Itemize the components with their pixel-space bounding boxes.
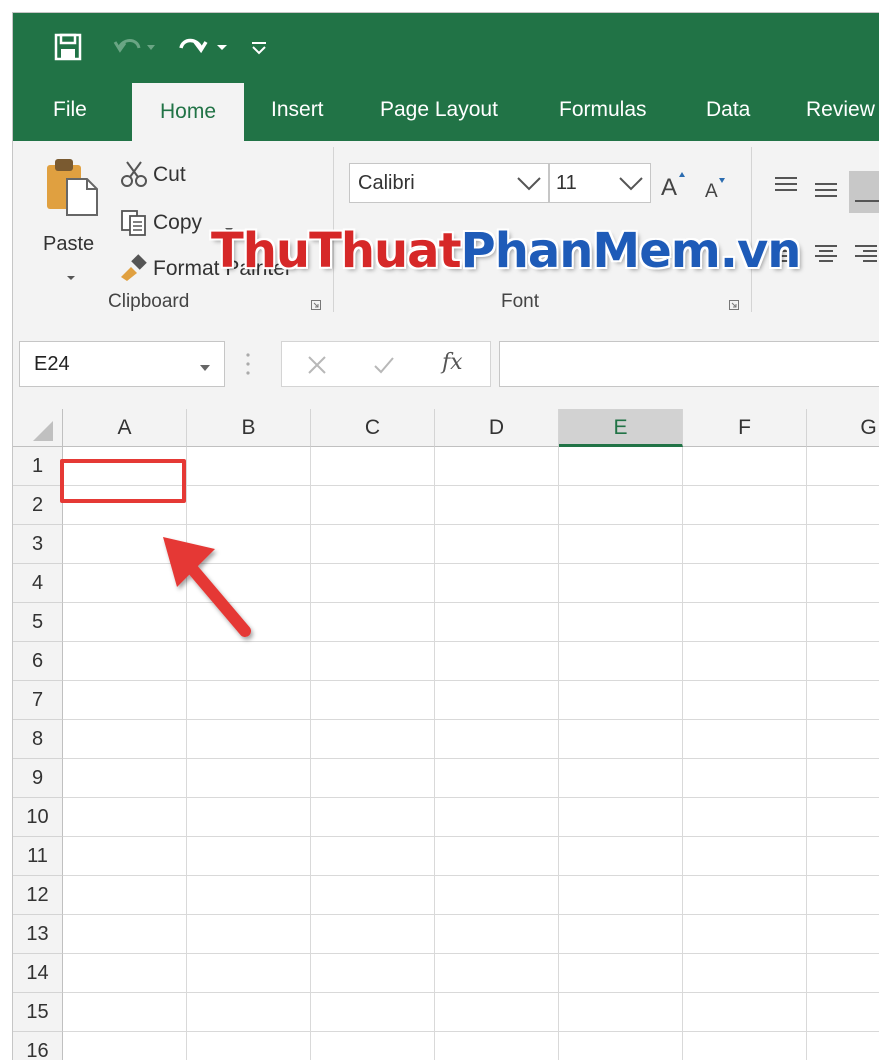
formula-bar-area: E24 fx — [13, 321, 879, 409]
font-size-combobox[interactable]: 11 — [549, 163, 651, 203]
svg-text:A: A — [661, 174, 677, 199]
copy-button[interactable]: Copy — [153, 211, 202, 235]
font-launcher-icon[interactable] — [729, 297, 739, 310]
formula-input[interactable] — [499, 341, 879, 387]
increase-font-size-icon[interactable]: A — [659, 169, 689, 204]
copy-icon — [119, 207, 149, 242]
align-right-icon[interactable] — [853, 243, 879, 268]
format-painter-icon — [117, 253, 149, 288]
paste-icon[interactable] — [41, 155, 103, 222]
redo-icon[interactable] — [175, 31, 233, 63]
name-box-value: E24 — [34, 352, 70, 375]
save-icon[interactable] — [53, 31, 83, 63]
excel-window: File Home Insert Page Layout Formulas Da… — [12, 12, 879, 1060]
name-box[interactable]: E24 — [19, 341, 225, 387]
middle-align-icon[interactable] — [813, 179, 839, 204]
red-arrow-annotation — [163, 537, 251, 637]
font-size-value: 11 — [556, 171, 577, 194]
clipboard-group-label: Clipboard — [108, 291, 190, 312]
tab-home[interactable]: Home — [132, 83, 244, 141]
watermark-part-3: .vn — [719, 223, 802, 279]
top-align-icon[interactable] — [773, 175, 799, 200]
svg-text:A: A — [705, 181, 718, 201]
font-group-label: Font — [501, 291, 540, 312]
watermark-part-1: ThuThuat — [211, 223, 462, 279]
paste-dropdown-icon[interactable] — [65, 269, 77, 287]
font-name-combobox[interactable]: Calibri — [349, 163, 549, 203]
enter-icon[interactable] — [372, 354, 396, 381]
align-center-icon[interactable] — [813, 243, 839, 268]
clipboard-launcher-icon[interactable] — [311, 297, 321, 310]
customize-qat-icon[interactable] — [249, 31, 269, 63]
tab-insert[interactable]: Insert — [271, 81, 324, 141]
tab-formulas[interactable]: Formulas — [559, 81, 647, 141]
ribbon-tabs: File Home Insert Page Layout Formulas Da… — [13, 81, 879, 141]
tab-file[interactable]: File — [53, 81, 87, 141]
watermark-part-2: PhanMem — [460, 223, 721, 279]
bottom-align-icon[interactable] — [849, 171, 879, 213]
scissors-icon — [119, 159, 149, 194]
cell-gridlines[interactable] — [13, 409, 879, 1060]
cut-button[interactable]: Cut — [153, 163, 186, 187]
more-options-icon[interactable] — [245, 351, 251, 382]
undo-icon[interactable] — [111, 31, 157, 63]
insert-function-button[interactable]: fx — [442, 350, 463, 375]
decrease-font-size-icon[interactable]: A — [703, 175, 731, 206]
tab-review[interactable]: Review — [806, 81, 875, 141]
highlighted-cell-a1[interactable] — [60, 459, 186, 503]
chevron-down-icon[interactable] — [516, 173, 542, 199]
chevron-down-icon[interactable] — [618, 173, 644, 199]
worksheet-grid: ABCDEFG 1 2 3 4 5 6 7 8 9 10 11 12 13 14 15 16 — [13, 409, 879, 1060]
cancel-icon[interactable] — [306, 354, 328, 381]
font-name-value: Calibri — [358, 171, 415, 194]
tab-data[interactable]: Data — [706, 81, 750, 141]
quick-access-toolbar — [13, 13, 879, 81]
paste-button[interactable]: Paste — [43, 233, 94, 256]
watermark: ThuThuatPhanMem.vn — [211, 223, 802, 279]
tab-page-layout[interactable]: Page Layout — [380, 81, 498, 141]
formula-buttons: fx — [281, 341, 491, 387]
chevron-down-icon[interactable] — [198, 356, 212, 379]
